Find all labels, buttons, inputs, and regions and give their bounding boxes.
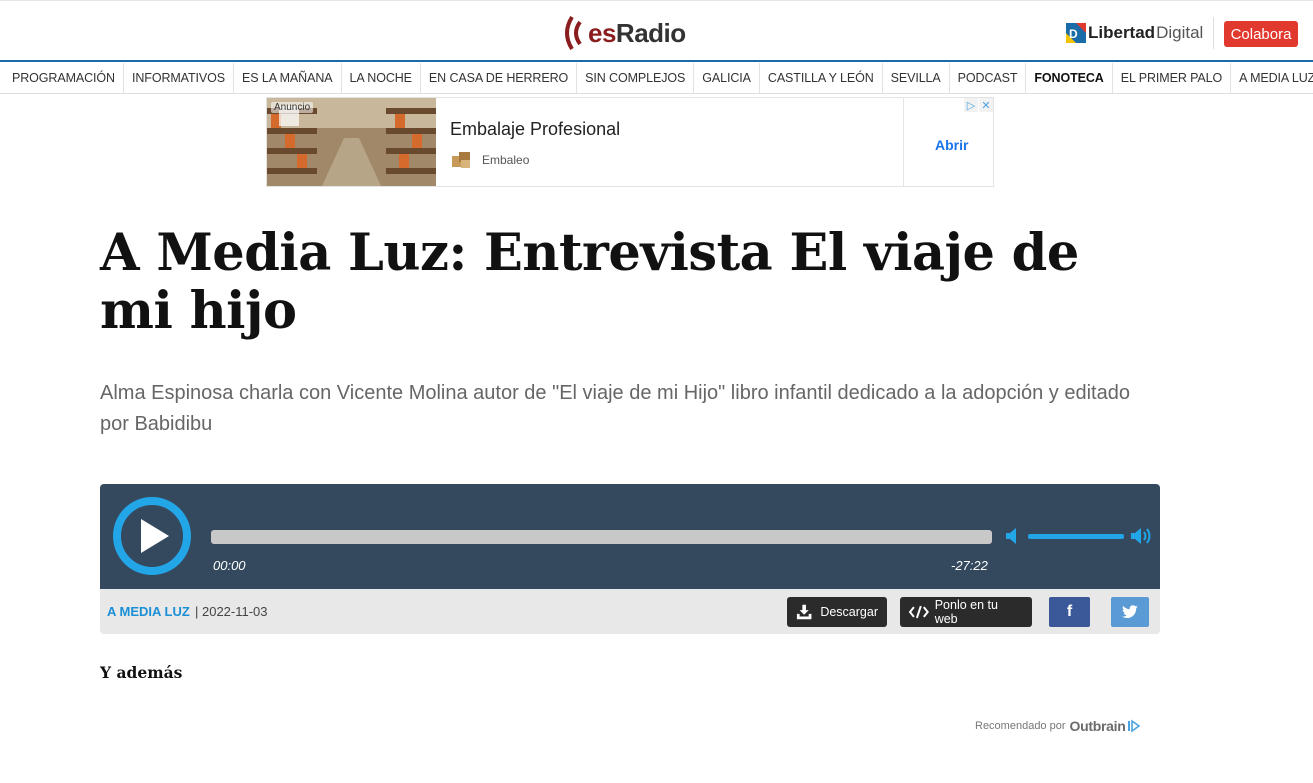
nav-item-la-noche[interactable]: LA NOCHE	[342, 62, 421, 94]
ad-label: Anuncio	[271, 102, 314, 113]
twitter-share-button[interactable]	[1111, 597, 1149, 627]
radio-waves-icon	[565, 15, 582, 51]
box-icon	[452, 152, 470, 168]
download-button[interactable]: Descargar	[787, 597, 887, 627]
nav-item-fonoteca[interactable]: FONOTECA	[1026, 62, 1113, 94]
logo-prefix: es	[588, 17, 616, 48]
nav-item-castilla-y-leon[interactable]: CASTILLA Y LEÓN	[760, 62, 883, 94]
program-link[interactable]: A MEDIA LUZ	[107, 604, 190, 619]
nav-item-sin-complejos[interactable]: SIN COMPLEJOS	[577, 62, 695, 94]
volume-mute-icon[interactable]	[1005, 526, 1021, 546]
embed-label: Ponlo en tu web	[934, 598, 998, 626]
partner-name-light: Digital	[1156, 23, 1204, 42]
facebook-icon: f	[1066, 603, 1073, 620]
ad-divider	[903, 98, 904, 186]
ad-image-warehouse[interactable]: Anuncio	[267, 98, 436, 186]
facebook-share-button[interactable]: f	[1049, 597, 1090, 627]
related-heading: Y además	[100, 663, 183, 682]
outbrain-mark-icon	[1128, 719, 1141, 733]
remaining-time: -27:22	[951, 558, 988, 573]
volume-slider[interactable]	[1028, 534, 1124, 539]
ad-brand: Embaleo	[482, 153, 530, 167]
ad-banner[interactable]: Anuncio Embalaje Profesional Embaleo Abr…	[266, 97, 994, 187]
main-nav: PROGRAMACIÓN INFORMATIVOS ES LA MAÑANA LA N…	[0, 62, 1313, 94]
code-icon	[909, 605, 929, 619]
nav-item-informativos[interactable]: INFORMATIVOS	[124, 62, 234, 94]
ad-close-icon[interactable]: ✕	[979, 98, 993, 112]
volume-max-icon[interactable]	[1130, 526, 1154, 546]
article-title: A Media Luz: Entrevista El viaje de mi h…	[100, 223, 1079, 341]
embed-button[interactable]: Ponlo en tu web	[900, 597, 1032, 627]
libertad-digital-logo[interactable]: D Libertad Digital	[1066, 21, 1203, 45]
outbrain-recommendation[interactable]: Recomendado por Outbrain	[975, 718, 1141, 734]
ad-title[interactable]: Embalaje Profesional	[450, 119, 620, 140]
site-header: esRadio D Libertad Digital Colabora	[0, 0, 1313, 62]
nav-item-es-la-manana[interactable]: ES LA MAÑANA	[234, 62, 342, 94]
colabora-button[interactable]: Colabora	[1224, 21, 1298, 47]
download-icon	[796, 604, 812, 620]
ad-choices[interactable]: ▷ ✕	[963, 98, 993, 112]
nav-item-a-media-luz[interactable]: A MEDIA LUZ	[1231, 63, 1313, 94]
play-button[interactable]	[113, 497, 191, 575]
download-label: Descargar	[820, 605, 878, 619]
esradio-logo[interactable]: esRadio	[560, 11, 686, 55]
recommended-by-text: Recomendado por	[975, 720, 1066, 732]
nav-item-programacion[interactable]: PROGRAMACIÓN	[4, 62, 124, 94]
nav-item-podcast[interactable]: PODCAST	[950, 62, 1027, 94]
libertad-digital-icon: D	[1066, 23, 1086, 43]
outbrain-logo[interactable]: Outbrain	[1070, 718, 1126, 734]
partner-name-bold: Libertad	[1088, 23, 1156, 42]
player-footer: A MEDIA LUZ | 2022-11-03 Descargar Ponlo…	[100, 589, 1160, 634]
ad-open-button[interactable]: Abrir	[935, 137, 968, 153]
nav-item-el-primer-palo[interactable]: EL PRIMER PALO	[1113, 62, 1232, 94]
adchoices-icon[interactable]: ▷	[964, 98, 978, 112]
nav-item-sevilla[interactable]: SEVILLA	[883, 62, 950, 94]
logo-suffix: Radio	[615, 17, 686, 48]
logo-text: esRadio	[588, 18, 686, 49]
progress-bar[interactable]	[211, 530, 992, 544]
article-subtitle: Alma Espinosa charla con Vicente Molina …	[100, 382, 1130, 435]
nav-item-en-casa-de-herrero[interactable]: EN CASA DE HERRERO	[421, 62, 578, 94]
nav-item-galicia[interactable]: GALICIA	[694, 62, 760, 94]
play-icon	[141, 519, 169, 553]
episode-date: | 2022-11-03	[195, 604, 268, 619]
audio-player: 00:00 -27:22	[100, 484, 1160, 589]
header-divider	[1213, 17, 1214, 49]
twitter-icon	[1122, 605, 1138, 619]
svg-text:D: D	[1069, 27, 1078, 41]
current-time: 00:00	[213, 558, 246, 573]
